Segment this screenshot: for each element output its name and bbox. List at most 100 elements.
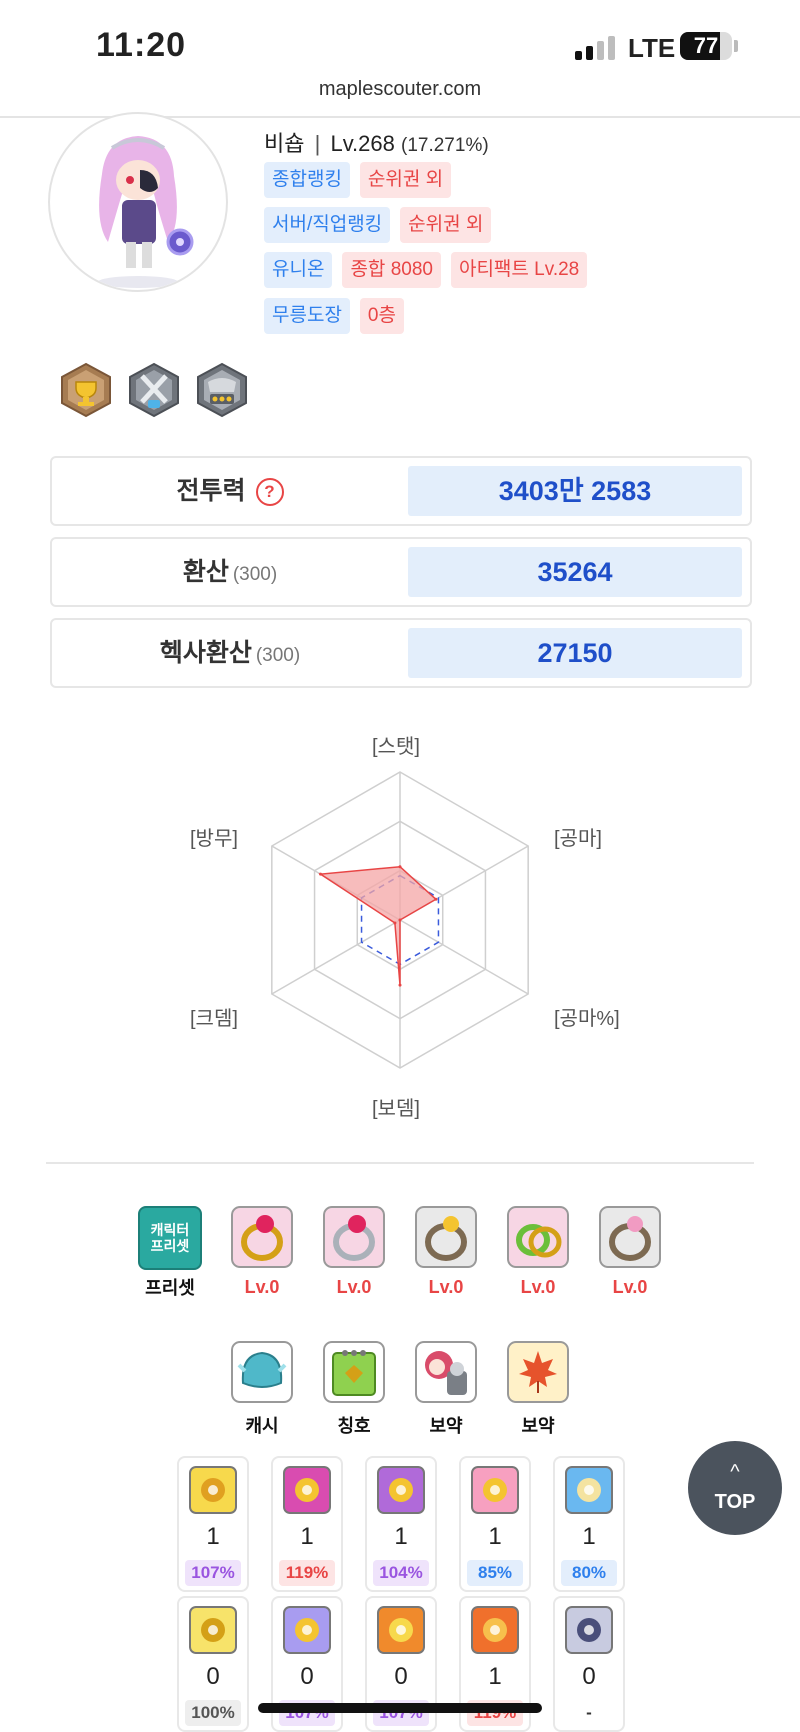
hexa-conversion-level: (300) (255, 645, 301, 666)
mureung-row: 무릉도장 0층 (264, 298, 404, 334)
network-type: LTE (628, 33, 676, 63)
ring-slot-5[interactable]: Lv.0 (597, 1206, 663, 1298)
preset-slot[interactable]: 캐릭터 프리셋 프리셋 (137, 1206, 203, 1300)
ring-slot-3[interactable]: Lv.0 (413, 1206, 479, 1298)
server-job-ranking-value: 순위권 외 (400, 207, 492, 243)
conversion-box: 환산 (300) 35264 (50, 537, 752, 607)
chevron-up-icon: ^ (730, 1461, 740, 1483)
stat-radar-chart (170, 720, 630, 1120)
ring-1-level: Lv.0 (244, 1277, 280, 1297)
crossed-swords-medal-icon[interactable] (126, 362, 182, 418)
pet-label: 보약 (429, 1416, 463, 1436)
ring-4-level: Lv.0 (520, 1277, 556, 1297)
symbol-rate: 85% (467, 1560, 523, 1586)
title-label: 칭호 (337, 1416, 371, 1436)
authentic-symbol-2-icon (283, 1606, 331, 1654)
combat-power-label-wrap: 전투력? (52, 458, 408, 524)
ring-slot-4[interactable]: Lv.0 (505, 1206, 571, 1298)
symbol-rate: 104% (373, 1560, 429, 1586)
preset-icon-text: 캐릭터 프리셋 (150, 1222, 190, 1254)
title-slot[interactable]: 칭호 (321, 1341, 387, 1438)
symbol-rate: 80% (561, 1560, 617, 1586)
cash-label: 캐시 (245, 1416, 279, 1436)
symbol-level: 0 (394, 1663, 408, 1690)
conversion-level: (300) (232, 564, 278, 585)
arcane-symbol-2-icon (283, 1466, 331, 1514)
arcane-symbol-5-icon (565, 1466, 613, 1514)
battery-level: 77 (693, 33, 719, 58)
server-job-ranking-row: 서버/직업랭킹 순위권 외 (264, 207, 492, 243)
radar-value-series (318, 865, 438, 986)
overall-ranking-label[interactable]: 종합랭킹 (264, 162, 350, 198)
browser-url[interactable]: maplescouter.com (0, 78, 800, 101)
union-label[interactable]: 유니온 (264, 252, 333, 288)
hexa-conversion-box: 헥사환산 (300) 27150 (50, 618, 752, 688)
symbol-card[interactable]: 0- (553, 1596, 625, 1732)
maple-slot[interactable]: 보약 (505, 1341, 571, 1438)
ring-3-level: Lv.0 (428, 1277, 464, 1297)
radar-axis-attack: [공마] (554, 828, 602, 850)
conversion-value: 35264 (408, 547, 742, 597)
help-icon[interactable]: ? (255, 478, 284, 507)
preset-icon[interactable]: 캐릭터 프리셋 (138, 1206, 202, 1270)
pet-duo-icon[interactable] (415, 1341, 477, 1403)
cash-helmet-icon[interactable] (231, 1341, 293, 1403)
symbol-level: 1 (582, 1523, 596, 1550)
mureung-label[interactable]: 무릉도장 (264, 298, 350, 334)
mureung-floor: 0층 (359, 298, 404, 334)
radar-axis-attack-percent: [공마%] (554, 1008, 620, 1030)
symbol-card[interactable]: 0 100% (177, 1596, 249, 1732)
conversion-label: 환산 (182, 558, 229, 586)
radar-axis-crit-damage: [크뎀] (190, 1008, 238, 1030)
status-bar: 11:20 LTE 77 (0, 0, 800, 70)
trophy-medal-icon[interactable] (58, 362, 114, 418)
symbol-card[interactable]: 1 85% (459, 1456, 531, 1592)
combat-power-value: 3403만 2583 (408, 466, 742, 516)
symbol-level: 0 (300, 1663, 314, 1690)
scroll-top-button[interactable]: ^ TOP (688, 1441, 782, 1535)
symbol-card[interactable]: 1 104% (365, 1456, 437, 1592)
symbol-card[interactable]: 1 107% (177, 1456, 249, 1592)
battery-tip (734, 40, 738, 52)
authentic-symbol-4-icon (471, 1606, 519, 1654)
server-job-ranking-label[interactable]: 서버/직업랭킹 (264, 207, 391, 243)
ring-slot-2[interactable]: Lv.0 (321, 1206, 387, 1298)
pink-gem-ring-icon[interactable] (599, 1206, 661, 1268)
union-artifact-level: 아티팩트 Lv.28 (450, 252, 588, 288)
ring-2-level: Lv.0 (336, 1277, 372, 1297)
conversion-label-wrap: 환산 (300) (52, 539, 408, 605)
home-indicator (258, 1703, 542, 1713)
medal-list (58, 362, 250, 418)
symbol-rate: 107% (185, 1560, 241, 1586)
maple-leaf-icon[interactable] (507, 1341, 569, 1403)
battery-icon: 77 (680, 32, 732, 60)
authentic-symbol-1-icon (189, 1606, 237, 1654)
cash-slot[interactable]: 캐시 (229, 1341, 295, 1438)
gold-band-ring-icon[interactable] (415, 1206, 477, 1268)
authentic-symbol-3-icon (377, 1606, 425, 1654)
radar-point-1 (398, 865, 402, 869)
green-twin-ring-icon[interactable] (507, 1206, 569, 1268)
ring-slot-1[interactable]: Lv.0 (229, 1206, 295, 1298)
symbol-level: 0 (582, 1663, 596, 1690)
title-book-icon[interactable] (323, 1341, 385, 1403)
hexa-conversion-value: 27150 (408, 628, 742, 678)
character-class: 비숍 (264, 131, 305, 156)
overall-ranking-value: 순위권 외 (359, 162, 452, 198)
pet-slot[interactable]: 보약 (413, 1341, 479, 1438)
armor-medal-icon[interactable] (194, 362, 250, 418)
status-time: 11:20 (96, 26, 187, 64)
radar-axis-line-5 (271, 919, 401, 995)
gold-ruby-ring-icon[interactable] (231, 1206, 293, 1268)
symbol-rate: 100% (185, 1700, 241, 1726)
radar-point-6 (319, 872, 323, 876)
symbol-card[interactable]: 1 80% (553, 1456, 625, 1592)
radar-axis-line-3 (399, 919, 529, 995)
symbol-rate: - (586, 1703, 592, 1722)
authentic-symbol-5-icon (565, 1606, 613, 1654)
overall-ranking-row: 종합랭킹 순위권 외 (264, 162, 452, 198)
symbol-card[interactable]: 1 119% (271, 1456, 343, 1592)
character-summary: 비숍 | Lv.268 (17.271%) (264, 126, 489, 158)
silver-ruby-ring-icon[interactable] (323, 1206, 385, 1268)
arcane-symbol-3-icon (377, 1466, 425, 1514)
